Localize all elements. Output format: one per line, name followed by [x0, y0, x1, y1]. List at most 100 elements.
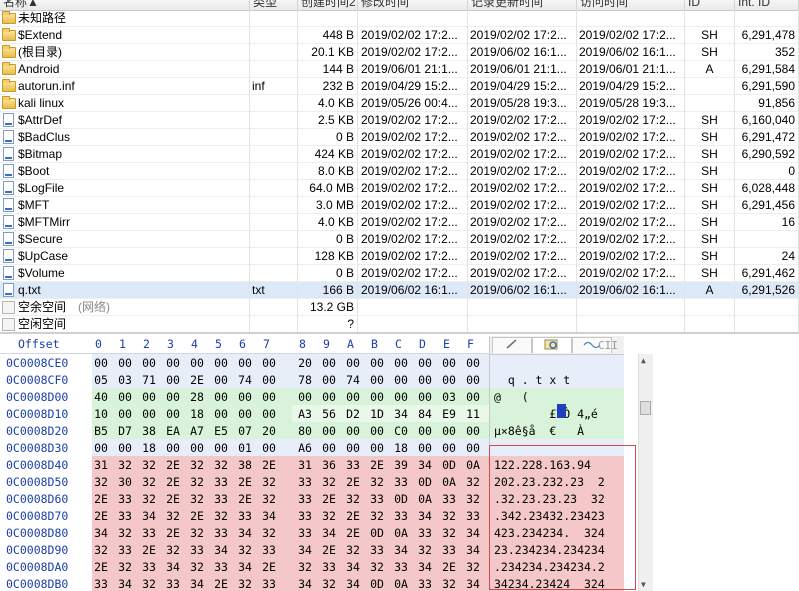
hex-byte[interactable]: 33 [462, 509, 484, 523]
hex-byte[interactable]: 38 [234, 458, 256, 472]
hex-byte[interactable]: 00 [318, 424, 340, 438]
file-row[interactable]: $BadClus 0 B 2019/02/02 17:2... 2019/02/02 … [0, 129, 799, 146]
hex-byte[interactable]: 34 [234, 526, 256, 540]
hex-byte[interactable]: 00 [138, 390, 160, 404]
hex-byte[interactable]: 00 [438, 441, 460, 455]
hex-byte[interactable]: 32 [366, 560, 388, 574]
column-header-accessed[interactable]: 访问时间 [577, 0, 685, 10]
hex-byte[interactable]: 05 [90, 373, 112, 387]
hex-byte[interactable]: 00 [342, 390, 364, 404]
hex-byte[interactable]: 32 [462, 560, 484, 574]
hex-byte[interactable]: 33 [366, 492, 388, 506]
hex-byte[interactable]: 32 [366, 509, 388, 523]
hex-byte[interactable]: 00 [366, 373, 388, 387]
hex-byte[interactable]: 00 [234, 356, 256, 370]
hex-byte[interactable]: 00 [462, 390, 484, 404]
hex-byte[interactable]: 00 [258, 390, 280, 404]
hex-byte[interactable]: 31 [294, 458, 316, 472]
hex-byte[interactable]: 32 [138, 577, 160, 591]
hex-byte[interactable]: 00 [366, 390, 388, 404]
hex-byte[interactable]: 34 [462, 543, 484, 557]
column-header-name[interactable]: 名称▲ [0, 0, 250, 10]
hex-byte[interactable]: 33 [342, 458, 364, 472]
hex-byte[interactable]: 78 [294, 373, 316, 387]
file-row[interactable]: 空闲空间? [0, 316, 799, 332]
hex-byte[interactable]: 18 [186, 407, 208, 421]
hex-byte[interactable]: 33 [294, 492, 316, 506]
file-row[interactable]: $MFTMirr 4.0 KB 2019/02/02 17:2... 2019/02/… [0, 214, 799, 231]
hex-byte[interactable]: 32 [342, 543, 364, 557]
hex-byte[interactable]: 32 [342, 492, 364, 506]
hex-byte[interactable]: 00 [186, 356, 208, 370]
hex-byte[interactable]: 0A [462, 458, 484, 472]
hex-byte[interactable]: 00 [390, 390, 412, 404]
hex-byte[interactable]: 2E [318, 492, 340, 506]
hex-byte[interactable]: 34 [294, 543, 316, 557]
file-row[interactable]: $Boot 8.0 KB 2019/02/02 17:2... 2019/02/02 … [0, 163, 799, 180]
file-row[interactable]: autorun.inf inf 232 B 2019/04/29 15:2... 201… [0, 78, 799, 95]
hex-byte[interactable]: B5 [90, 424, 112, 438]
hex-byte[interactable]: 0D [438, 458, 460, 472]
hex-byte[interactable]: 00 [318, 356, 340, 370]
hex-byte[interactable]: 31 [90, 458, 112, 472]
hex-byte[interactable]: 2E [234, 475, 256, 489]
hex-byte[interactable]: 2E [90, 560, 112, 574]
hex-byte[interactable]: 34 [234, 560, 256, 574]
hex-byte[interactable]: D2 [342, 407, 364, 421]
hex-byte[interactable]: 33 [210, 475, 232, 489]
file-row[interactable]: q.txt txt 166 B 2019/06/02 16:1... 2019/06/0… [0, 282, 799, 299]
hex-byte[interactable]: 33 [114, 509, 136, 523]
hex-byte[interactable]: 40 [90, 390, 112, 404]
hex-byte[interactable]: 00 [366, 441, 388, 455]
hex-byte[interactable]: 74 [234, 373, 256, 387]
hex-byte[interactable]: 0A [414, 492, 436, 506]
hex-byte[interactable]: D7 [114, 424, 136, 438]
hex-byte[interactable]: 20 [294, 356, 316, 370]
hex-byte[interactable]: 34 [462, 526, 484, 540]
hex-byte[interactable]: E5 [210, 424, 232, 438]
hex-byte[interactable]: 32 [462, 475, 484, 489]
hex-byte[interactable]: 00 [114, 441, 136, 455]
hex-byte[interactable]: 33 [294, 509, 316, 523]
hex-byte[interactable]: 32 [162, 543, 184, 557]
hex-byte[interactable]: 33 [258, 577, 280, 591]
hex-byte[interactable]: 03 [438, 390, 460, 404]
hex-byte[interactable]: 28 [186, 390, 208, 404]
hex-byte[interactable]: 32 [186, 458, 208, 472]
hex-byte[interactable]: C0 [390, 424, 412, 438]
hex-byte[interactable]: 32 [438, 526, 460, 540]
hex-byte[interactable]: 32 [318, 577, 340, 591]
hex-byte[interactable]: 18 [138, 441, 160, 455]
hex-byte[interactable]: 00 [342, 356, 364, 370]
pencil-icon[interactable] [492, 337, 532, 353]
hex-byte[interactable]: 2E [342, 526, 364, 540]
hex-byte[interactable]: 84 [414, 407, 436, 421]
hex-byte[interactable]: 33 [366, 543, 388, 557]
hex-byte[interactable]: 34 [342, 560, 364, 574]
hex-byte[interactable]: 1D [366, 407, 388, 421]
hex-byte[interactable]: 32 [114, 560, 136, 574]
hex-byte[interactable]: 33 [438, 543, 460, 557]
hex-byte[interactable]: 33 [138, 560, 160, 574]
hex-byte[interactable]: 00 [258, 407, 280, 421]
hex-byte[interactable]: 00 [366, 356, 388, 370]
hex-byte[interactable]: 33 [414, 526, 436, 540]
hex-byte[interactable]: 32 [438, 577, 460, 591]
hex-byte[interactable]: 32 [90, 475, 112, 489]
hex-byte[interactable]: 2E [234, 492, 256, 506]
hex-byte[interactable]: 2E [90, 492, 112, 506]
column-header-updated[interactable]: 记录更新时间 [468, 0, 577, 10]
hex-byte[interactable]: A6 [294, 441, 316, 455]
hex-byte[interactable]: 34 [414, 509, 436, 523]
hex-byte[interactable]: 0A [438, 475, 460, 489]
hex-byte[interactable]: 32 [210, 509, 232, 523]
hex-byte[interactable]: 34 [186, 577, 208, 591]
hex-byte[interactable]: 56 [318, 407, 340, 421]
file-row[interactable]: 未知路径 [0, 10, 799, 27]
hex-byte[interactable]: 32 [294, 560, 316, 574]
hex-byte[interactable]: 33 [294, 475, 316, 489]
hex-byte[interactable]: 32 [318, 475, 340, 489]
hex-byte[interactable]: 00 [162, 356, 184, 370]
hex-byte[interactable]: 33 [438, 492, 460, 506]
hex-byte[interactable]: 01 [234, 441, 256, 455]
